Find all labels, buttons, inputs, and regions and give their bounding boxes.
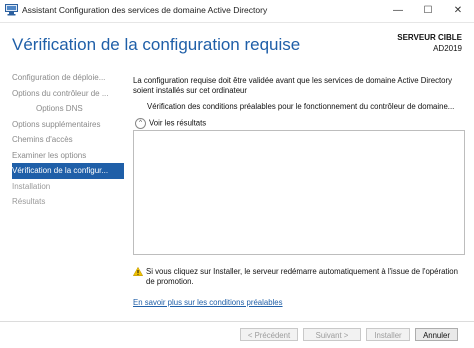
check-status-text: Vérification des conditions préalables p… bbox=[147, 102, 455, 111]
nav-item-installation: Installation bbox=[12, 181, 51, 191]
nav-item-domain-controller-options[interactable]: Options du contrôleur de ... bbox=[12, 86, 124, 102]
nav-item-prerequisites-check[interactable]: Vérification de la configur... bbox=[12, 163, 124, 179]
nav-item-additional-options[interactable]: Options supplémentaires bbox=[12, 117, 124, 133]
nav-item-review-options[interactable]: Examiner les options bbox=[12, 148, 124, 164]
server-manager-icon bbox=[5, 4, 18, 16]
window-title: Assistant Configuration des services de … bbox=[22, 5, 268, 15]
target-server-name: AD2019 bbox=[433, 44, 462, 53]
previous-button[interactable]: < Précédent bbox=[240, 328, 298, 341]
next-button[interactable]: Suivant > bbox=[303, 328, 361, 341]
nav-item-paths[interactable]: Chemins d'accès bbox=[12, 132, 124, 148]
nav-item-dns-options[interactable]: Options DNS bbox=[12, 101, 124, 117]
target-server-label: SERVEUR CIBLE bbox=[397, 33, 462, 42]
footer-divider bbox=[0, 321, 474, 322]
warning-text: Si vous cliquez sur Installer, le serveu… bbox=[146, 267, 458, 286]
minimize-button[interactable]: — bbox=[384, 0, 412, 22]
cancel-button[interactable]: Annuler bbox=[415, 328, 458, 341]
view-results-toggle[interactable]: ^ Voir les résultats bbox=[135, 118, 206, 129]
view-results-label[interactable]: Voir les résultats bbox=[149, 119, 206, 128]
title-bar: Assistant Configuration des services de … bbox=[0, 0, 474, 23]
close-button[interactable]: ✕ bbox=[444, 0, 472, 22]
nav-item-results: Résultats bbox=[12, 197, 46, 206]
results-panel[interactable] bbox=[133, 130, 465, 255]
intro-text: La configuration requise doit être valid… bbox=[133, 76, 452, 95]
wizard-nav: Configuration de déploie... Options du c… bbox=[12, 70, 124, 210]
learn-more-link[interactable]: En savoir plus sur les conditions préala… bbox=[133, 298, 283, 307]
install-button[interactable]: Installer bbox=[366, 328, 410, 341]
maximize-button[interactable]: ☐ bbox=[414, 0, 442, 22]
nav-item-deployment-configuration[interactable]: Configuration de déploie... bbox=[12, 70, 124, 86]
page-title: Vérification de la configuration requise bbox=[12, 35, 301, 54]
warning-icon bbox=[133, 267, 143, 276]
chevron-up-icon[interactable]: ^ bbox=[135, 118, 146, 129]
